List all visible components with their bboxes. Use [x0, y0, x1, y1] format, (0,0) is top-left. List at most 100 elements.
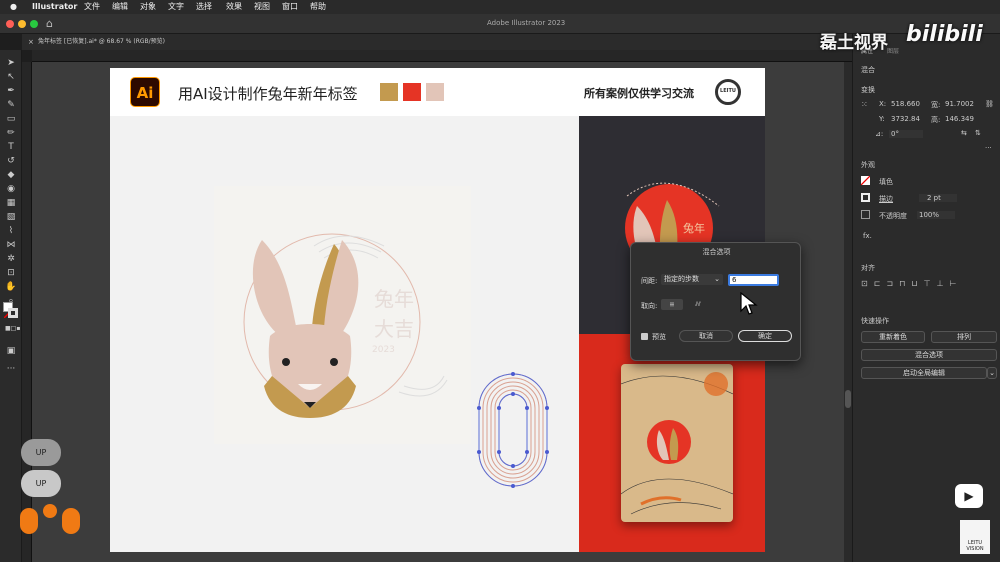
angle-label: ⊿: — [875, 130, 884, 138]
angle-input[interactable]: 0° — [889, 130, 923, 138]
align-to-path-button[interactable]: ⫽⫽ — [687, 299, 709, 310]
link-icon[interactable]: ⛓ — [985, 100, 994, 108]
more-options-icon[interactable]: ··· — [985, 144, 992, 152]
cancel-button[interactable]: 取消 — [679, 330, 733, 342]
blend-options-button[interactable]: 混合选项 — [861, 349, 997, 361]
blend-tool-icon[interactable]: ⋈ — [5, 240, 17, 250]
flip-horizontal-icon[interactable]: ⇆ — [961, 129, 967, 137]
ai-logo: Ai — [130, 77, 160, 107]
fx-button[interactable]: fx. — [863, 232, 872, 240]
ok-button[interactable]: 确定 — [738, 330, 792, 342]
sticker-text: 兔年 — [683, 221, 705, 235]
steps-input[interactable]: 6 — [728, 274, 779, 286]
align-to-page-button[interactable]: ⫲⫲ — [661, 299, 683, 310]
menu-effect[interactable]: 效果 — [226, 0, 242, 14]
y-label: Y: — [879, 115, 885, 123]
h-input[interactable]: 146.349 — [945, 115, 974, 123]
mouse-cursor-icon — [740, 292, 758, 315]
up-badge-1: UP — [21, 439, 61, 466]
fill-label: 填色 — [879, 178, 893, 186]
close-tab-icon[interactable]: × — [28, 34, 34, 50]
type-tool-icon[interactable]: T — [5, 142, 17, 152]
stroke-color-swatch[interactable] — [861, 193, 870, 202]
preview-checkbox[interactable] — [641, 333, 648, 340]
eraser-tool-icon[interactable]: ◆ — [5, 170, 17, 180]
screen-mode-icon[interactable]: ▣ — [5, 346, 17, 356]
menu-view[interactable]: 视图 — [254, 0, 270, 14]
arrange-button[interactable]: 排列 — [931, 331, 997, 343]
home-icon[interactable]: ⌂ — [46, 17, 53, 30]
paintbrush-tool-icon[interactable]: ✏ — [5, 128, 17, 138]
opacity-label: 不透明度 — [879, 212, 907, 220]
menu-file[interactable]: 文件 — [84, 0, 100, 14]
horizontal-ruler[interactable] — [32, 50, 852, 62]
menu-app[interactable]: Illustrator — [32, 0, 77, 14]
blend-heading: 混合 — [861, 66, 875, 74]
color-mode-icon[interactable]: ■□▪ — [5, 324, 20, 334]
menu-window[interactable]: 窗口 — [282, 0, 298, 14]
w-input[interactable]: 91.7002 — [945, 100, 974, 108]
global-edit-dropdown-icon[interactable]: ⌄ — [987, 367, 997, 379]
pen-tool-icon[interactable]: ✒ — [5, 86, 17, 96]
x-input[interactable]: 518.660 — [891, 100, 920, 108]
menu-bar: ● Illustrator 文件 编辑 对象 文字 选择 效果 视图 窗口 帮助 — [0, 0, 1000, 14]
rectangle-tool-icon[interactable]: ▭ — [5, 114, 17, 124]
menu-object[interactable]: 对象 — [140, 0, 156, 14]
close-window-button[interactable] — [6, 20, 14, 28]
direct-selection-tool-icon[interactable]: ↖ — [5, 72, 17, 82]
play-icon[interactable]: ▶ — [955, 484, 983, 508]
scroll-thumb[interactable] — [845, 390, 851, 408]
opacity-input[interactable]: 100% — [917, 211, 955, 219]
gradient-tool-icon[interactable]: ▦ — [5, 198, 17, 208]
y-input[interactable]: 3732.84 — [891, 115, 920, 123]
label-artwork[interactable]: 兔年 大吉 2023 — [214, 186, 471, 444]
spacing-dropdown-value: 指定的步数 — [664, 275, 699, 283]
pink-swatch — [426, 83, 444, 101]
disclaimer-text: 所有案例仅供学习交流 — [584, 87, 694, 100]
channel-watermark: 磊土视界 — [820, 33, 888, 53]
rotate-tool-icon[interactable]: ↺ — [5, 156, 17, 166]
menu-help[interactable]: 帮助 — [310, 0, 326, 14]
blend-options-dialog[interactable]: 混合选项 间距: 指定的步数 ⌄ 6 取向: ⫲⫲ ⫽⫽ 预览 取消 确定 — [630, 242, 801, 361]
artboard-tool-icon[interactable]: ⊡ — [5, 268, 17, 278]
none-icon — [860, 175, 871, 186]
apple-icon[interactable]: ● — [10, 0, 17, 14]
shape-builder-tool-icon[interactable]: ◉ — [5, 184, 17, 194]
document-tab-bar: × 兔年标签 [已恢复].ai* @ 68.67 % (RGB/预览) — [22, 34, 852, 50]
align-heading: 对齐 — [861, 264, 875, 272]
curvature-tool-icon[interactable]: ✎ — [5, 100, 17, 110]
spacing-label: 间距: — [641, 277, 658, 285]
artboard-title: 用AI设计制作兔年新年标签 — [178, 85, 358, 103]
recolor-button[interactable]: 重新着色 — [861, 331, 925, 343]
stroke-swatch[interactable] — [8, 308, 18, 318]
mesh-tool-icon[interactable]: ▧ — [5, 212, 17, 222]
w-label: 宽: — [931, 101, 941, 109]
leitu-vision-logo: LEITU VISION — [960, 520, 990, 554]
reference-point-icon[interactable]: ⁙ — [861, 100, 868, 109]
stroke-label[interactable]: 描边 — [879, 194, 893, 204]
global-edit-button[interactable]: 启动全局编辑 — [861, 367, 987, 379]
maximize-window-button[interactable] — [30, 20, 38, 28]
spacing-dropdown[interactable]: 指定的步数 ⌄ — [661, 274, 723, 285]
stroke-width-input[interactable]: 2 pt — [919, 194, 957, 202]
tab-layers[interactable]: 图层 — [887, 46, 899, 55]
menu-type[interactable]: 文字 — [168, 0, 184, 14]
vertical-scrollbar[interactable] — [844, 62, 852, 562]
document-tab[interactable]: 兔年标签 [已恢复].ai* @ 68.67 % (RGB/预览) — [38, 34, 165, 50]
flip-vertical-icon[interactable]: ⇅ — [975, 129, 981, 137]
red-mockup-panel — [579, 334, 765, 552]
selection-tool-icon[interactable]: ➤ — [5, 58, 17, 68]
orientation-label: 取向: — [641, 302, 658, 310]
eyedropper-tool-icon[interactable]: ⌇ — [5, 226, 17, 236]
menu-edit[interactable]: 编辑 — [112, 0, 128, 14]
more-tools-icon[interactable]: ··· — [5, 364, 17, 374]
symbol-tool-icon[interactable]: ✲ — [5, 254, 17, 264]
align-buttons[interactable]: ⊡⊏⊐⊓⊔⊤⊥⊢ — [861, 279, 963, 288]
menu-select[interactable]: 选择 — [196, 0, 212, 14]
blend-object[interactable] — [475, 368, 555, 493]
label-text-1: 兔年 — [374, 287, 414, 311]
preview-label: 预览 — [652, 333, 666, 341]
minimize-window-button[interactable] — [18, 20, 26, 28]
hand-tool-icon[interactable]: ✋ — [5, 282, 17, 292]
fill-none-swatch[interactable] — [860, 175, 871, 186]
